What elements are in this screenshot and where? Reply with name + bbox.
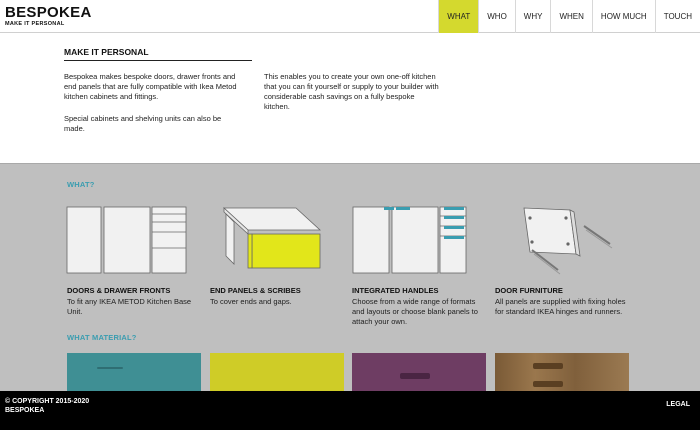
feature-desc: All panels are supplied with fixing hole…: [495, 297, 626, 316]
feature-door-furniture: DOOR FURNITURE All panels are supplied w…: [495, 286, 631, 317]
site-header: BESPOKEA MAKE IT PERSONAL WHAT WHO WHY W…: [0, 0, 700, 33]
feature-title: INTEGRATED HANDLES: [352, 286, 439, 295]
material-label: WHAT MATERIAL?: [67, 333, 137, 342]
feature-desc: To cover ends and gaps.: [210, 297, 292, 306]
handle-groove: [97, 367, 123, 369]
yellow-swatch[interactable]: [210, 353, 344, 392]
nav-item-how-much[interactable]: HOW MUCH: [591, 0, 655, 33]
teal-swatch[interactable]: [67, 353, 201, 392]
intro-paragraph-3: This enables you to create your own one-…: [264, 72, 439, 111]
feature-desc: Choose from a wide range of formats and …: [352, 297, 478, 326]
handle-cutout: [533, 363, 563, 369]
intro-title: MAKE IT PERSONAL: [64, 47, 149, 57]
doors-drawers-icon: [66, 206, 187, 274]
logo-subtitle: MAKE IT PERSONAL: [5, 21, 65, 27]
feature-end-panels: END PANELS & SCRIBES To cover ends and g…: [210, 286, 346, 307]
copyright-line: © COPYRIGHT 2015-2020: [5, 398, 90, 405]
feature-doors-drawers: DOORS & DRAWER FRONTS To fit any IKEA ME…: [67, 286, 203, 317]
nav-item-when[interactable]: WHEN: [550, 0, 591, 33]
integrated-handles-icon: [352, 206, 467, 274]
site-footer: © COPYRIGHT 2015-2020 BESPOKEA LEGAL: [0, 391, 700, 430]
intro-paragraph-1: Bespokea makes bespoke doors, drawer fro…: [64, 72, 237, 101]
nav-item-what[interactable]: WHAT: [438, 0, 479, 33]
copyright: © COPYRIGHT 2015-2020 BESPOKEA: [5, 397, 89, 415]
logo[interactable]: BESPOKEA MAKE IT PERSONAL: [5, 5, 92, 27]
nav-item-touch[interactable]: TOUCH: [654, 0, 700, 33]
purple-swatch[interactable]: [352, 353, 486, 392]
end-panels-icon: [222, 207, 322, 269]
wood-swatch[interactable]: [495, 353, 629, 392]
company-name: BESPOKEA: [5, 407, 45, 414]
main-nav: WHAT WHO WHY WHEN HOW MUCH TOUCH: [438, 0, 700, 33]
intro-divider: [64, 60, 252, 61]
intro-paragraph-2: Special cabinets and shelving units can …: [64, 114, 222, 133]
what-label: WHAT?: [67, 180, 95, 189]
handle-cutout: [400, 373, 430, 379]
feature-desc: To fit any IKEA METOD Kitchen Base Unit.: [67, 297, 192, 316]
feature-title: DOORS & DRAWER FRONTS: [67, 286, 171, 295]
handle-cutout: [533, 381, 563, 387]
what-section: WHAT? DOORS & DRAWER FRONTS To fit any I…: [0, 163, 700, 392]
door-furniture-icon: [523, 207, 613, 275]
feature-title: DOOR FURNITURE: [495, 286, 563, 295]
legal-link[interactable]: LEGAL: [666, 401, 690, 408]
nav-item-who[interactable]: WHO: [478, 0, 515, 33]
feature-title: END PANELS & SCRIBES: [210, 286, 301, 295]
nav-item-why[interactable]: WHY: [514, 0, 551, 33]
logo-title: BESPOKEA: [5, 4, 92, 21]
feature-integrated-handles: INTEGRATED HANDLES Choose from a wide ra…: [352, 286, 488, 327]
intro-section: MAKE IT PERSONAL Bespokea makes bespoke …: [0, 34, 700, 163]
